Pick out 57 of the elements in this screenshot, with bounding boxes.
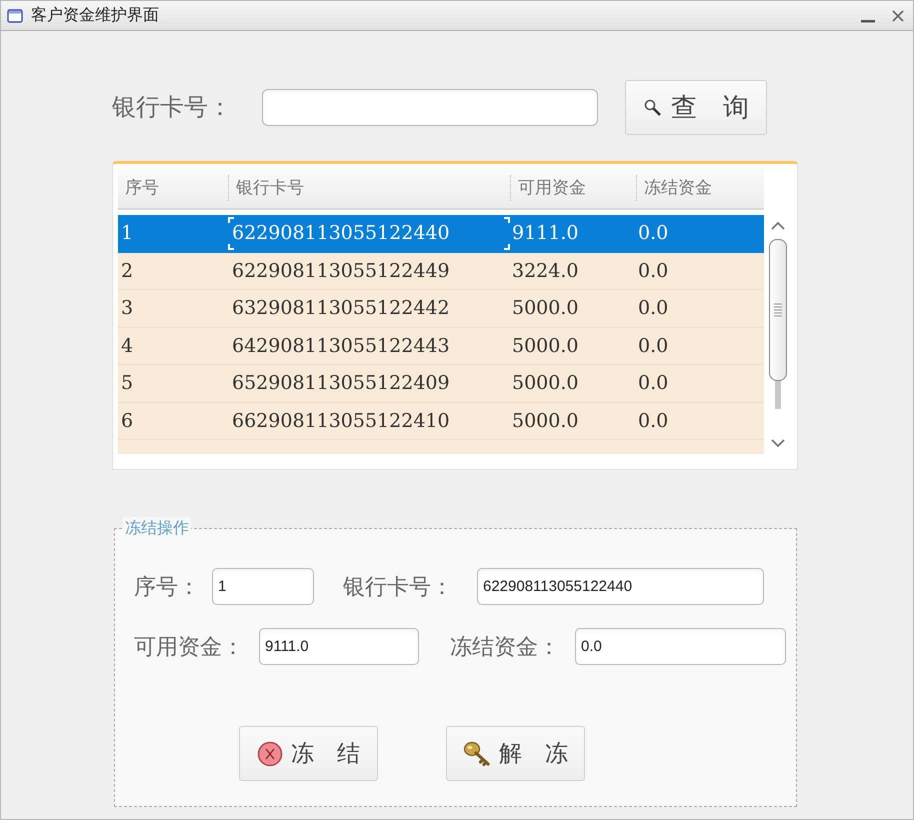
table-row[interactable]: 6 662908113055122410 5000.0 0.0 [118, 402, 764, 440]
table-cell-text: 642908113055122443 [231, 334, 450, 358]
table-row[interactable]: 1 622908113055122440 9111.0 0.0 [118, 215, 764, 252]
table-row[interactable]: 4 642908113055122443 5000.0 0.0 [118, 328, 764, 365]
scroll-up-icon[interactable] [770, 221, 786, 231]
window-icon [7, 8, 23, 22]
field-label: 银行卡号： [343, 573, 454, 601]
table-cell-text: 3224.0 [511, 258, 578, 284]
table-cell-text: 4 [120, 334, 134, 358]
table-cell-text: 1 [120, 221, 134, 246]
field-label: 序号： [134, 573, 201, 601]
table-row[interactable]: 5 652908113055122409 5000.0 0.0 [118, 365, 764, 402]
table-cell-text: 2 [120, 258, 134, 284]
input-field[interactable]: 0.0 [575, 628, 786, 665]
scroll-down-icon[interactable] [770, 438, 786, 448]
table-cell-text: 6 [120, 408, 134, 434]
scroll-thumb[interactable] [769, 239, 787, 381]
table-row[interactable]: 3 632908113055122442 5000.0 0.0 [118, 290, 764, 328]
table-cell-text: 3 [120, 296, 134, 321]
table-cell-text: 0.0 [637, 371, 668, 396]
table-cell-text: 0.0 [637, 221, 668, 246]
table-cell-text: 622908113055122440 [231, 221, 450, 246]
close-circle-icon [257, 740, 283, 766]
search-icon [643, 98, 663, 118]
table-cell-text: 0.0 [637, 296, 668, 321]
column-header[interactable]: 可用资金 [511, 174, 593, 200]
card-number-input[interactable] [262, 89, 598, 126]
unfreeze-button[interactable]: 解 冻 [446, 726, 585, 781]
table-cell-text: 0.0 [637, 408, 668, 434]
table-cell-text: 652908113055122409 [231, 371, 450, 396]
table-cell-text: 5000.0 [511, 296, 578, 321]
input-field[interactable]: 9111.0 [259, 628, 419, 665]
freeze-button[interactable]: 冻 结 [239, 726, 378, 781]
table-cell-text: 9111.0 [511, 221, 578, 246]
window-title: 客户资金维护界面 [31, 6, 159, 26]
table-cell-text: 622908113055122449 [231, 258, 450, 284]
table-cell-text: 5 [120, 371, 134, 396]
field-label: 冻结资金： [450, 633, 561, 661]
scroll-track [775, 381, 781, 409]
table-cell-text: 5000.0 [511, 371, 578, 396]
close-icon[interactable] [891, 8, 905, 22]
table-cell-text: 0.0 [637, 334, 668, 358]
table-row[interactable]: 2 622908113055122449 3224.0 0.0 [118, 252, 764, 290]
key-icon [463, 740, 491, 768]
column-header[interactable]: 冻结资金 [637, 174, 719, 200]
table-cell-text: 632908113055122442 [231, 296, 450, 321]
search-button[interactable]: 查 询 [625, 80, 767, 135]
column-header[interactable]: 银行卡号 [229, 174, 311, 200]
table-cell-text: 662908113055122410 [231, 408, 450, 434]
input-field[interactable]: 1 [212, 568, 314, 605]
column-header[interactable]: 序号 [118, 174, 166, 200]
table-cell-text: 0.0 [637, 258, 668, 284]
table-cell-text: 5000.0 [511, 408, 578, 434]
field-label: 可用资金： [134, 633, 245, 661]
table-cell-text: 5000.0 [511, 334, 578, 358]
input-field[interactable]: 622908113055122440 [477, 568, 764, 605]
card-number-label: 银行卡号： [112, 92, 233, 122]
